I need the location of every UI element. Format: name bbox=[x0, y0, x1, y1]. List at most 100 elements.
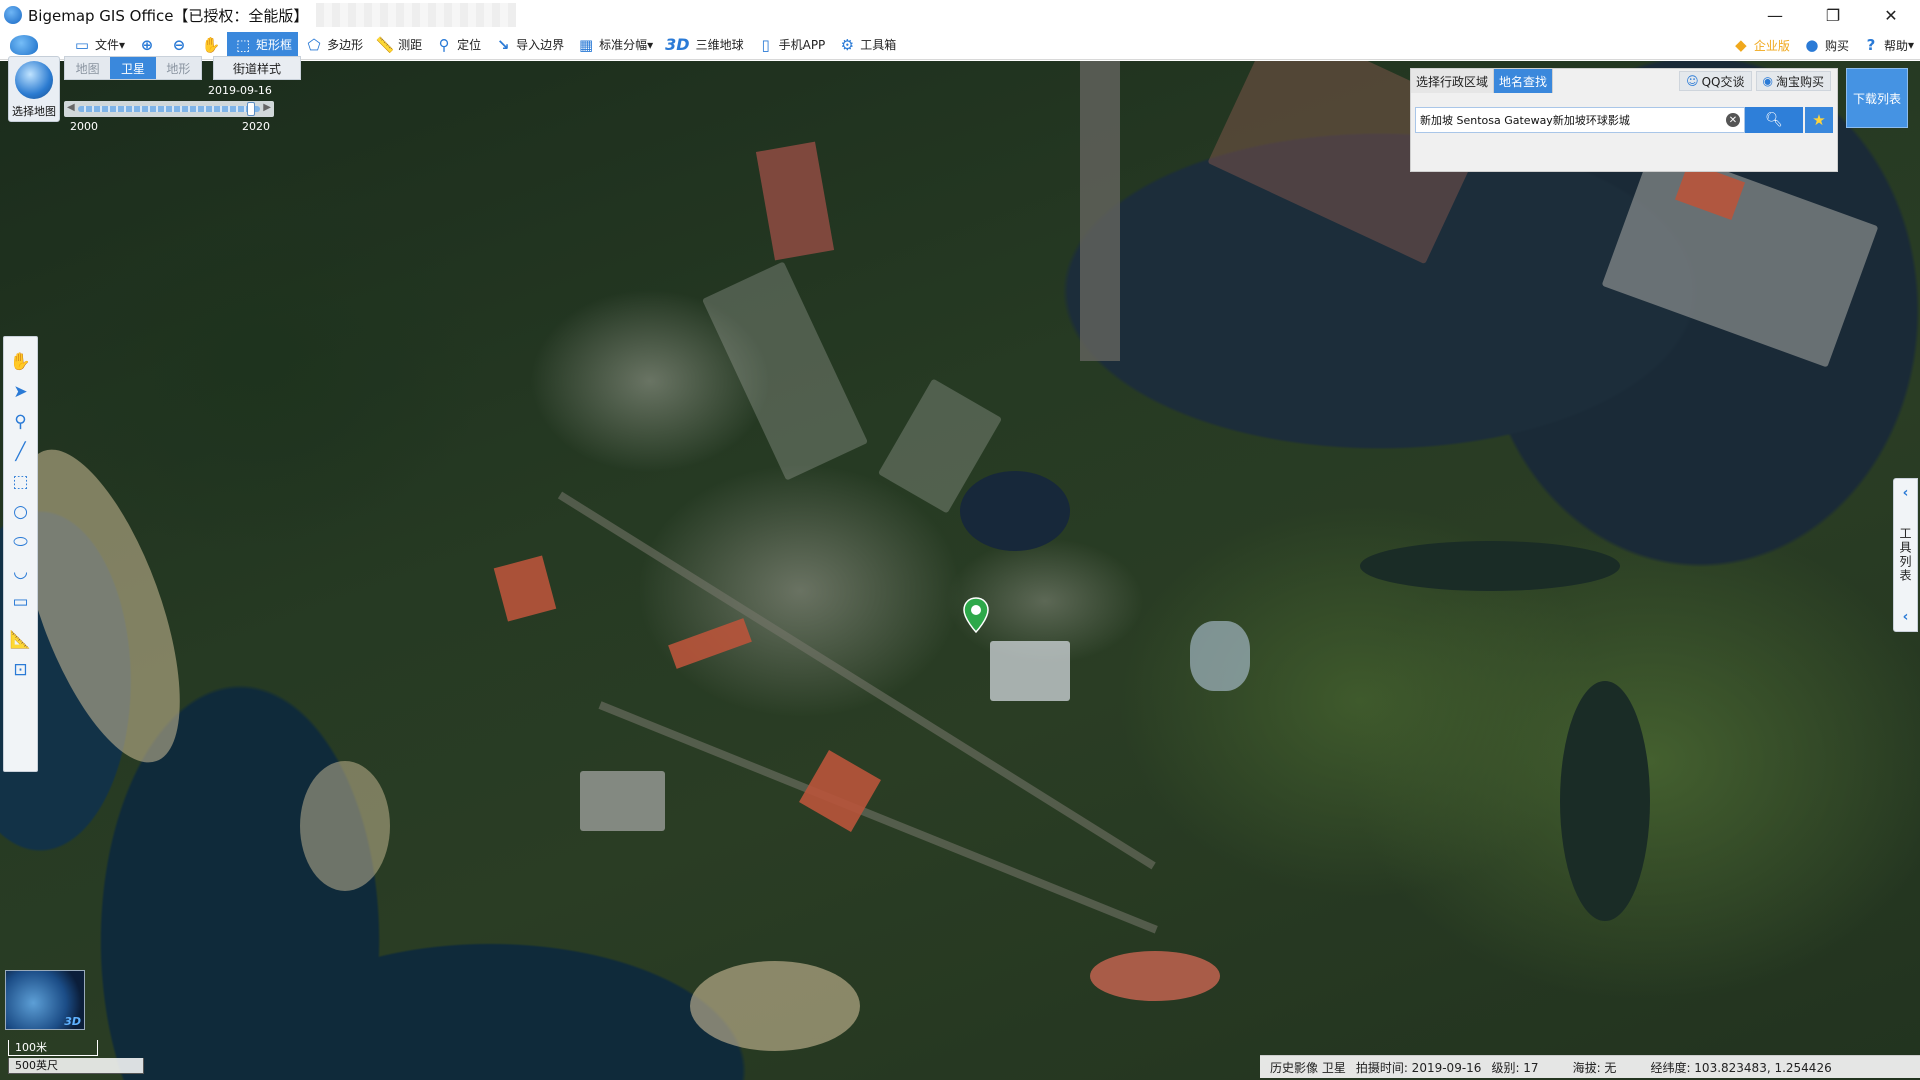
building bbox=[1190, 621, 1250, 691]
qq-chat-button[interactable]: ☺ QQ交谈 bbox=[1679, 71, 1752, 91]
street-style-button[interactable]: 街道样式 bbox=[213, 56, 301, 80]
file-menu[interactable]: ▭ 文件 ▾ bbox=[66, 32, 131, 58]
import-boundary-button[interactable]: ↘ 导入边界 bbox=[487, 32, 570, 58]
chevron-left-icon[interactable]: ‹ bbox=[1903, 609, 1909, 625]
zoom-out-button[interactable]: ⊖ bbox=[163, 32, 195, 58]
tool-list-tab[interactable]: ‹ 工具列表 ‹ bbox=[1893, 478, 1918, 632]
qq-label: QQ交谈 bbox=[1701, 74, 1745, 89]
history-timeline-slider[interactable]: ◀ ▶ bbox=[64, 101, 274, 117]
capture-time: 拍摄时间: 2019-09-16 bbox=[1355, 1060, 1482, 1075]
chevron-down-icon: ▾ bbox=[1907, 38, 1914, 52]
red-roof-building bbox=[668, 618, 752, 669]
timeline-track[interactable] bbox=[78, 106, 260, 112]
timeline-current-date: 2019-09-16 bbox=[208, 84, 272, 97]
tab-place-search[interactable]: 地名查找 bbox=[1494, 69, 1554, 93]
minimize-button[interactable]: — bbox=[1746, 0, 1804, 30]
enterprise-label: 企业版 bbox=[1753, 38, 1790, 53]
app-menu-icon[interactable] bbox=[6, 32, 42, 58]
rect-select-button[interactable]: ⬚ 矩形框 bbox=[227, 31, 299, 58]
rectangle-icon[interactable]: ▭ bbox=[7, 587, 35, 617]
polygon-label: 多边形 bbox=[327, 38, 364, 52]
hand-icon[interactable]: ✋ bbox=[7, 347, 35, 377]
ellipse-icon[interactable]: ⬭ bbox=[7, 527, 35, 557]
help-icon: ? bbox=[1866, 36, 1876, 54]
zoom-out-icon: ⊖ bbox=[172, 35, 186, 54]
lagoon bbox=[960, 471, 1070, 551]
standard-grid-button[interactable]: ▦ 标准分幅 ▾ bbox=[570, 32, 659, 58]
clear-icon[interactable]: ✕ bbox=[1726, 113, 1740, 127]
taobao-label: 淘宝购买 bbox=[1775, 74, 1824, 89]
globe-icon bbox=[15, 61, 53, 99]
measure-tool-icon[interactable]: 📐 bbox=[7, 625, 35, 655]
marker-icon[interactable]: ⚲ bbox=[7, 407, 35, 437]
locate-button[interactable]: ⚲ 定位 bbox=[428, 32, 487, 58]
globe-3d-button[interactable]: 3D 三维地球 bbox=[659, 32, 749, 58]
close-button[interactable]: ✕ bbox=[1862, 0, 1920, 30]
beach-area bbox=[690, 961, 860, 1051]
line-icon[interactable]: ╱ bbox=[7, 437, 35, 467]
chevron-left-icon[interactable]: ‹ bbox=[1903, 485, 1909, 501]
help-button[interactable]: ? 帮助 ▾ bbox=[1855, 32, 1920, 58]
chevron-left-icon[interactable]: ◀ bbox=[67, 102, 75, 113]
search-button[interactable]: 🔍︎ bbox=[1745, 107, 1803, 133]
import-boundary-label: 导入边界 bbox=[516, 38, 565, 52]
mobile-app-button[interactable]: ▯ 手机APP bbox=[750, 32, 832, 58]
toolbox-button[interactable]: ⚙ 工具箱 bbox=[831, 32, 902, 58]
select-map-button[interactable]: 选择地图 bbox=[8, 56, 60, 122]
building bbox=[701, 261, 869, 481]
chevron-right-icon[interactable]: ▶ bbox=[263, 102, 271, 113]
tab-admin-region[interactable]: 选择行政区域 bbox=[1411, 69, 1495, 93]
pan-button[interactable]: ✋ bbox=[195, 32, 227, 58]
satellite-map[interactable] bbox=[0, 61, 1920, 1080]
tab-terrain[interactable]: 地形 bbox=[156, 57, 201, 79]
buy-button[interactable]: ● 购买 bbox=[1796, 32, 1855, 58]
map-type-tabs: 地图 卫星 地形 bbox=[64, 56, 202, 80]
search-icon: 🔍︎ bbox=[1765, 112, 1783, 128]
enterprise-button[interactable]: ◆ 企业版 bbox=[1725, 32, 1796, 58]
status-bar: 历史影像 卫星 拍摄时间: 2019-09-16 级别: 17 海拔: 无 经纬… bbox=[1260, 1055, 1920, 1078]
gear-icon: ⚙ bbox=[840, 35, 855, 54]
star-icon: ★ bbox=[1812, 111, 1826, 129]
favorite-button[interactable]: ★ bbox=[1805, 107, 1833, 133]
circle-icon[interactable]: ○ bbox=[7, 497, 35, 527]
chevron-down-icon: ▾ bbox=[647, 37, 654, 52]
timeline-handle[interactable] bbox=[246, 102, 255, 116]
blurred-area bbox=[316, 3, 517, 27]
red-roof-building bbox=[799, 750, 881, 832]
phone-icon: ▯ bbox=[761, 35, 770, 54]
qq-icon: ☺ bbox=[1686, 74, 1699, 88]
polygon-button[interactable]: ⬠ 多边形 bbox=[298, 32, 369, 58]
tab-satellite[interactable]: 卫星 bbox=[110, 57, 156, 79]
measure-button[interactable]: 📏 测距 bbox=[369, 32, 428, 58]
pointer-icon[interactable]: ➤ bbox=[7, 377, 35, 407]
buy-label: 购买 bbox=[1824, 38, 1849, 53]
search-input[interactable] bbox=[1415, 107, 1745, 133]
ruler-icon: 📏 bbox=[375, 35, 395, 54]
location-marker-icon[interactable] bbox=[963, 597, 989, 633]
building bbox=[990, 641, 1070, 701]
building bbox=[580, 771, 665, 831]
area-measure-icon[interactable]: ⊡ bbox=[7, 655, 35, 685]
zoom-level: 级别: 17 bbox=[1491, 1060, 1539, 1075]
polygon-draw-icon[interactable]: ⬚ bbox=[7, 467, 35, 497]
download-list-button[interactable]: 下载列表 bbox=[1846, 68, 1908, 128]
curve-shape-icon[interactable]: ◡ bbox=[7, 557, 35, 587]
timeline-start-year: 2000 bbox=[70, 120, 98, 133]
locate-label: 定位 bbox=[457, 38, 482, 52]
golf-lake bbox=[1560, 681, 1650, 921]
timeline-end-year: 2020 bbox=[242, 120, 270, 133]
buy-icon: ● bbox=[1805, 36, 1819, 54]
taobao-buy-button[interactable]: ◉ 淘宝购买 bbox=[1755, 71, 1831, 91]
port-area bbox=[1601, 144, 1879, 368]
measure-label: 测距 bbox=[398, 38, 423, 52]
polygon-icon: ⬠ bbox=[307, 35, 321, 54]
tab-map[interactable]: 地图 bbox=[65, 57, 110, 79]
taobao-icon: ◉ bbox=[1762, 74, 1773, 88]
restore-button[interactable]: ❐ bbox=[1804, 0, 1862, 30]
overview-globe[interactable]: 3D bbox=[5, 970, 85, 1030]
toolbox-label: 工具箱 bbox=[860, 38, 897, 52]
window-title: Bigemap GIS Office【已授权：全能版】 bbox=[28, 6, 309, 25]
app-logo-icon bbox=[4, 6, 22, 24]
zoom-in-button[interactable]: ⊕ bbox=[131, 32, 163, 58]
red-roof-building bbox=[1090, 951, 1220, 1001]
